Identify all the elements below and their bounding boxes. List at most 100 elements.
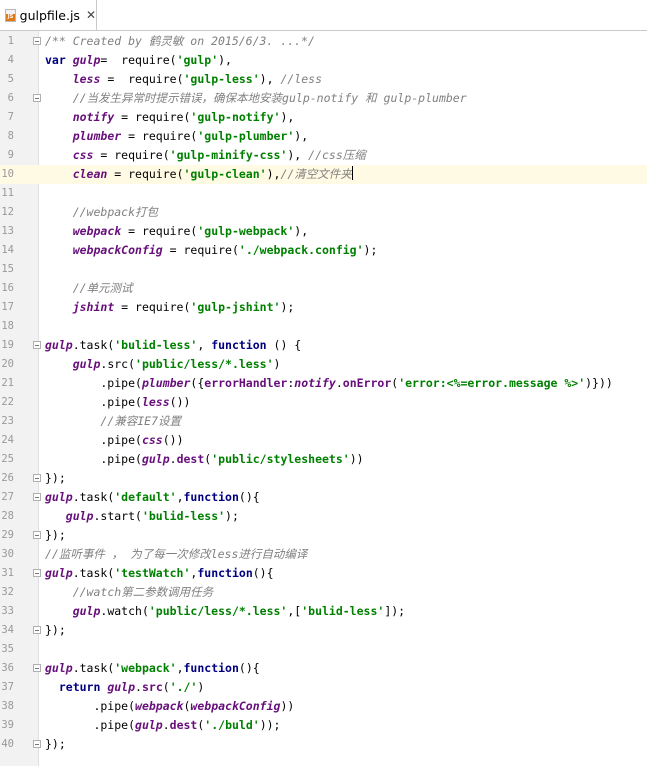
fold-toggle-icon[interactable] <box>33 94 41 102</box>
fold-toggle-icon[interactable] <box>33 740 41 748</box>
code-text: }); <box>45 526 66 545</box>
tab-gulpfile[interactable]: JS gulpfile.js ✕ <box>0 0 97 30</box>
code-line[interactable]: 39 .pipe(gulp.dest('./buld')); <box>0 716 647 735</box>
code-line[interactable]: 35 <box>0 640 647 659</box>
code-token: )) <box>349 452 364 466</box>
code-line[interactable]: 34}); <box>0 621 647 640</box>
code-line[interactable]: 24 .pipe(css()) <box>0 431 647 450</box>
code-token: //监听事件 ， 为了每一次修改less进行自动编译 <box>45 547 308 561</box>
line-number: 9 <box>7 149 14 161</box>
code-text: jshint = require('gulp-jshint'); <box>45 298 295 317</box>
code-line[interactable]: 5 less = require('gulp-less'), //less <box>0 70 647 89</box>
code-token: ); <box>280 300 295 314</box>
code-token: . <box>169 452 177 466</box>
code-text: gulp.task('webpack',function(){ <box>45 659 260 678</box>
code-line[interactable]: 31 gulp.task('testWatch',function(){ <box>0 564 647 583</box>
code-text: .pipe(plumber({errorHandler:notify.onErr… <box>45 374 612 393</box>
code-line[interactable]: 8 plumber = require('gulp-plumber'), <box>0 127 647 146</box>
code-token: (){ <box>252 566 274 580</box>
code-line[interactable]: 21 .pipe(plumber({errorHandler:notify.on… <box>0 374 647 393</box>
line-number: 26 <box>1 472 14 484</box>
code-line[interactable]: 7 notify = require('gulp-notify'), <box>0 108 647 127</box>
code-token: gulp <box>107 680 136 694</box>
code-line[interactable]: 32 //watch第二参数调用任务 <box>0 583 647 602</box>
code-token: gulp <box>45 661 73 675</box>
code-line[interactable]: 23 //兼容IE7设置 <box>0 412 647 431</box>
line-number: 39 <box>1 719 14 731</box>
fold-toggle-icon[interactable] <box>33 37 41 45</box>
code-text: plumber = require('gulp-plumber'), <box>45 127 308 146</box>
code-token: = require( <box>162 243 239 257</box>
code-line[interactable]: 26}); <box>0 469 647 488</box>
code-token: //兼容IE7设置 <box>100 414 182 428</box>
code-line[interactable]: 33 gulp.watch('public/less/*.less',['bul… <box>0 602 647 621</box>
code-token: () { <box>266 338 302 352</box>
code-line[interactable]: 18 <box>0 317 647 336</box>
code-token: }); <box>45 623 66 637</box>
code-line[interactable]: 36 gulp.task('webpack',function(){ <box>0 659 647 678</box>
code-token: }); <box>45 471 66 485</box>
code-line[interactable]: 14 webpackConfig = require('./webpack.co… <box>0 241 647 260</box>
code-line[interactable]: 11 <box>0 184 647 203</box>
code-token: onError <box>342 376 392 390</box>
code-line[interactable]: 16 //单元测试 <box>0 279 647 298</box>
code-line[interactable]: 29}); <box>0 526 647 545</box>
code-line[interactable]: 9 css = require('gulp-minify-css'), //cs… <box>0 146 647 165</box>
fold-toggle-icon[interactable] <box>33 664 41 672</box>
code-line[interactable]: 40}); <box>0 735 647 754</box>
code-editor[interactable]: 1 /** Created by 鹤灵敏 on 2015/6/3. ...*/ 4 v… <box>0 31 647 766</box>
code-token: = require( <box>114 110 191 124</box>
code-line[interactable]: 12 //webpack打包 <box>0 203 647 222</box>
code-token: //清空文件夹 <box>280 167 352 181</box>
code-line[interactable]: 6 //当发生异常时提示错误，确保本地安装gulp-notify 和 gulp-… <box>0 89 647 108</box>
code-text: .pipe(gulp.dest('./buld')); <box>45 716 280 735</box>
fold-toggle-icon[interactable] <box>33 531 41 539</box>
code-token: = require( <box>100 72 184 86</box>
code-line[interactable]: 22 .pipe(less()) <box>0 393 647 412</box>
code-token: dest <box>169 718 198 732</box>
line-number: 6 <box>7 92 14 104</box>
code-text: gulp.start('bulid-less'); <box>45 507 239 526</box>
code-line[interactable]: 27 gulp.task('default',function(){ <box>0 488 647 507</box>
code-token: var <box>45 53 73 67</box>
line-number: 24 <box>1 434 14 446</box>
code-token: = require( <box>121 129 198 143</box>
code-token: ), <box>287 148 309 162</box>
code-line[interactable]: 19 gulp.task('bulid-less', function () { <box>0 336 647 355</box>
code-line[interactable]: 13 webpack = require('gulp-webpack'), <box>0 222 647 241</box>
fold-toggle-icon[interactable] <box>33 626 41 634</box>
line-number: 31 <box>1 567 14 579</box>
line-number: 13 <box>1 225 14 237</box>
code-token: 'testWatch' <box>114 566 191 580</box>
code-line[interactable]: 28 gulp.start('bulid-less'); <box>0 507 647 526</box>
code-line[interactable]: 1 /** Created by 鹤灵敏 on 2015/6/3. ...*/ <box>0 32 647 51</box>
fold-toggle-icon[interactable] <box>33 341 41 349</box>
code-line[interactable]: 4 var gulp= require('gulp'), <box>0 51 647 70</box>
code-token: gulp <box>72 53 101 67</box>
code-line[interactable]: 25 .pipe(gulp.dest('public/stylesheets')… <box>0 450 647 469</box>
code-token: css <box>141 433 163 447</box>
fold-toggle-icon[interactable] <box>33 569 41 577</box>
code-line[interactable]: 37 return gulp.src('./') <box>0 678 647 697</box>
close-icon[interactable]: ✕ <box>86 9 96 21</box>
code-line[interactable]: 30 //监听事件 ， 为了每一次修改less进行自动编译 <box>0 545 647 564</box>
code-text: }); <box>45 735 66 754</box>
code-line[interactable]: 17 jshint = require('gulp-jshint'); <box>0 298 647 317</box>
code-text: var gulp= require('gulp'), <box>45 51 232 70</box>
code-line[interactable]: 15 <box>0 260 647 279</box>
fold-toggle-icon[interactable] <box>33 474 41 482</box>
code-token: less <box>72 72 101 86</box>
code-token: function <box>183 661 239 675</box>
code-line[interactable]: 38 .pipe(webpack(webpackConfig)) <box>0 697 647 716</box>
code-token: .watch( <box>100 604 149 618</box>
code-line[interactable]: 10 clean = require('gulp-clean'),//清空文件夹 <box>0 165 647 184</box>
fold-toggle-icon[interactable] <box>33 493 41 501</box>
code-line[interactable]: 20 gulp.src('public/less/*.less') <box>0 355 647 374</box>
code-token: ), <box>294 129 309 143</box>
